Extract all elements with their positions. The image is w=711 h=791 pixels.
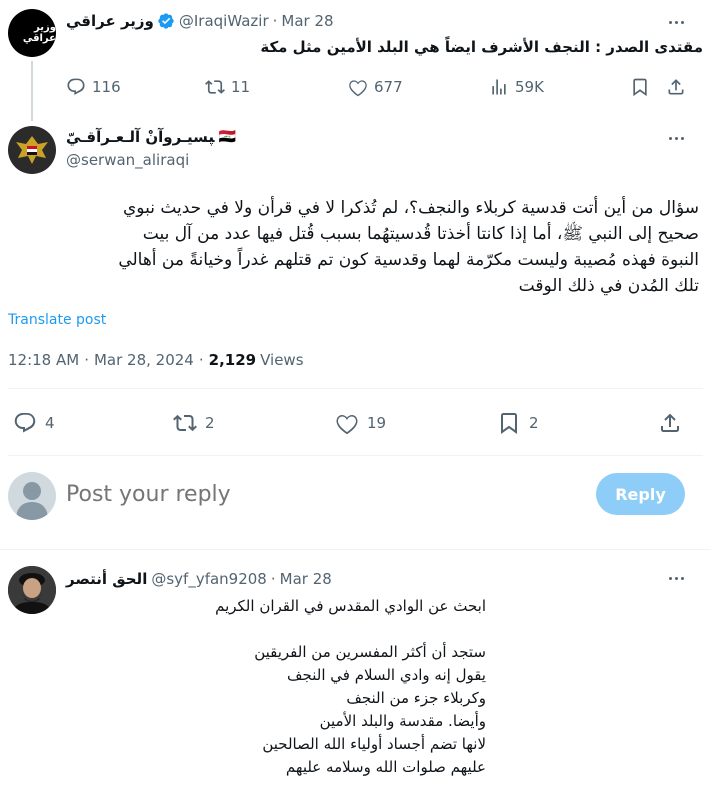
eagle-emblem-icon	[16, 136, 48, 164]
avatar[interactable]: وزير عراقي	[8, 9, 56, 57]
reply-icon	[13, 411, 37, 435]
thread-line	[31, 61, 33, 121]
separator: ·	[198, 351, 204, 369]
main-tweet: ﭙﺴﻴـﺮوآنْ آلـﻌـﺮآﻗـﻲّ 🇮🇶 @serwan_aliraqi…	[0, 118, 711, 470]
text-line: النبوة فهذه مُصيبة وليست مكرّمة لهما وقد…	[118, 250, 699, 270]
profile-photo-icon	[8, 566, 56, 614]
views-count: 2,129	[208, 351, 257, 369]
views-button[interactable]: 59K	[489, 77, 544, 97]
separator: ·	[84, 351, 89, 369]
like-button[interactable]: 19	[335, 411, 386, 435]
text-line: صحيح إلى النبي ﷺ، أما إذا كانتا أخذتا قُ…	[142, 224, 699, 244]
divider	[8, 455, 703, 456]
retweet-button[interactable]: 2	[173, 411, 215, 435]
share-button[interactable]	[666, 77, 686, 97]
reply-count: 116	[92, 78, 121, 96]
bookmark-button[interactable]: 2	[497, 411, 539, 435]
display-name[interactable]: الحق أنتصر	[66, 570, 147, 588]
avatar-logo-text: وزير عراقي	[22, 22, 56, 44]
avatar[interactable]	[8, 126, 56, 174]
main-tweet-text: سؤال من أين أتت قدسية كربلاء والنجف؟، لم…	[9, 195, 699, 299]
section-divider	[0, 549, 711, 550]
parent-tweet[interactable]: وزير عراقي وزير عراقي @IraqiWazir · Mar …	[0, 0, 711, 121]
tweet-date[interactable]: Mar 28	[280, 570, 332, 588]
divider	[8, 388, 703, 389]
text-line: لانها تضم أجساد أولياء الله الصالحين	[262, 735, 486, 753]
text-line: تلك المُدن في ذلك الوقت	[518, 276, 699, 296]
more-icon[interactable]	[666, 568, 686, 588]
like-button[interactable]: 677	[348, 77, 403, 97]
bookmark-count: 2	[529, 414, 539, 432]
reply-button[interactable]: 116	[66, 77, 121, 97]
share-icon	[658, 411, 682, 435]
bookmark-icon	[497, 411, 521, 435]
separator: ·	[270, 570, 276, 588]
text-line: يقول إنه وادي السلام في النجف	[287, 666, 486, 684]
text-line: ستجد أن أكثر المفسرين من الفريقين	[254, 643, 486, 661]
text-line: وأيضا. مقدسة والبلد الأمين	[319, 712, 486, 730]
more-icon[interactable]	[666, 12, 686, 32]
heart-icon	[335, 411, 359, 435]
reply-button[interactable]: 4	[13, 411, 55, 435]
more-icon[interactable]	[666, 128, 686, 148]
parent-tweet-text: مقتدى الصدر : النجف الأشرف ايضاً هي البل…	[260, 38, 703, 56]
default-user-icon	[16, 482, 48, 520]
text-line: ابحث عن الوادي المقدس في القران الكريم	[215, 597, 486, 615]
views-count: 59K	[515, 78, 544, 96]
verified-badge-icon	[157, 12, 175, 30]
separator: ·	[272, 12, 278, 30]
heart-icon	[348, 77, 368, 97]
handle[interactable]: @IraqiWazir	[179, 12, 269, 30]
views-label: Views	[260, 351, 304, 369]
handle[interactable]: @syf_yfan9208	[151, 570, 267, 588]
retweet-icon	[205, 77, 225, 97]
reply-tweet[interactable]: الحق أنتصر @syf_yfan9208 · Mar 28 ابحث ع…	[0, 558, 711, 791]
translate-link[interactable]: Translate post	[8, 312, 106, 328]
retweet-count: 2	[205, 414, 215, 432]
iraq-flag-icon: 🇮🇶	[218, 129, 236, 145]
reply-count: 4	[45, 414, 55, 432]
share-icon	[666, 77, 686, 97]
bookmark-button[interactable]	[630, 77, 650, 97]
share-button[interactable]	[658, 411, 682, 435]
reply-input[interactable]	[66, 478, 566, 510]
like-count: 19	[367, 414, 387, 432]
retweet-icon	[173, 411, 197, 435]
tweet-meta: 12:18 AM · Mar 28, 2024 · 2,129 Views	[8, 351, 304, 369]
like-count: 677	[374, 78, 403, 96]
retweet-button[interactable]: 11	[205, 77, 250, 97]
parent-header: وزير عراقي @IraqiWazir · Mar 28	[66, 10, 334, 32]
retweet-count: 11	[231, 78, 251, 96]
text-line: عليهم صلوات الله وسلامه عليهم	[285, 758, 486, 776]
main-header: ﭙﺴﻴـﺮوآنْ آلـﻌـﺮآﻗـﻲّ 🇮🇶 @serwan_aliraqi	[66, 126, 236, 171]
bookmark-icon	[630, 77, 650, 97]
text-line	[66, 618, 486, 641]
avatar[interactable]	[8, 566, 56, 614]
avatar	[8, 472, 56, 520]
text-line: وكربلاء جزء من النجف	[346, 689, 486, 707]
tweet-date[interactable]: Mar 28	[281, 12, 333, 30]
handle[interactable]: @serwan_aliraqi	[66, 149, 236, 171]
reply-tweet-text: ابحث عن الوادي المقدس في القران الكريم س…	[66, 595, 486, 779]
display-name[interactable]: ﭙﺴﻴـﺮوآنْ آلـﻌـﺮآﻗـﻲّ	[66, 128, 215, 146]
tweet-time[interactable]: 12:18 AM	[8, 351, 79, 369]
reply-button[interactable]: Reply	[596, 473, 685, 515]
reply-header: الحق أنتصر @syf_yfan9208 · Mar 28	[66, 568, 332, 590]
text-line: سؤال من أين أتت قدسية كربلاء والنجف؟، لم…	[122, 198, 699, 218]
display-name[interactable]: وزير عراقي	[66, 12, 154, 30]
views-icon	[489, 77, 509, 97]
reply-icon	[66, 77, 86, 97]
tweet-date[interactable]: Mar 28, 2024	[94, 351, 194, 369]
reply-composer: Reply	[0, 462, 711, 532]
